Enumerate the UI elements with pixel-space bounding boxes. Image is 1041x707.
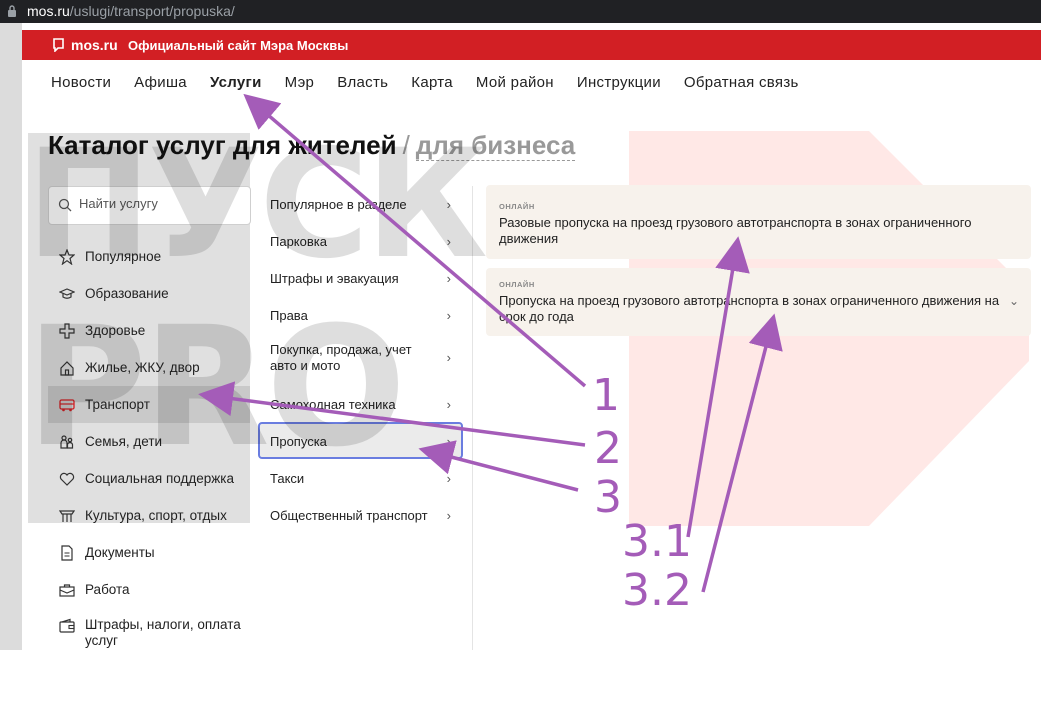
chevron-right-icon: › xyxy=(446,471,451,486)
nav-services[interactable]: Услуги xyxy=(210,74,262,94)
page-bottom xyxy=(0,650,1041,707)
site-header: mos.ru Официальный сайт Мэра Москвы xyxy=(22,30,1041,60)
watermark-text-top: ПУСК xyxy=(26,118,488,292)
service-title: Пропуска на проезд грузового автотранспо… xyxy=(499,293,1000,324)
wallet-icon xyxy=(59,618,75,633)
nav-afisha[interactable]: Афиша xyxy=(134,74,187,94)
service-card-one-time-pass[interactable]: ОНЛАЙН Разовые пропуска на проезд грузов… xyxy=(486,185,1031,259)
category-work[interactable]: Работа xyxy=(48,571,250,608)
theater-icon xyxy=(59,509,75,522)
browser-address-bar[interactable]: mos.ru/uslugi/transport/propuska/ xyxy=(0,0,1041,23)
online-badge: ОНЛАЙН xyxy=(499,202,535,211)
annotation-label-3-2: 3.2 xyxy=(622,565,692,616)
category-label: Документы xyxy=(85,545,155,560)
service-card-annual-pass[interactable]: ОНЛАЙН Пропуска на проезд грузового авто… xyxy=(486,268,1031,336)
sub-label: Общественный транспорт xyxy=(270,508,428,523)
chevron-down-icon[interactable]: ⌄ xyxy=(1009,294,1019,308)
nav-instructions[interactable]: Инструкции xyxy=(577,74,661,94)
nav-news[interactable]: Новости xyxy=(51,74,111,94)
url-host: mos.ru xyxy=(27,3,70,19)
chevron-right-icon: › xyxy=(446,350,451,365)
window-edge xyxy=(0,23,22,650)
sub-public-transport[interactable]: Общественный транспорт › xyxy=(258,496,463,533)
category-label: Работа xyxy=(85,582,130,597)
document-icon xyxy=(61,544,73,561)
chevron-right-icon: › xyxy=(446,434,451,449)
chevron-right-icon: › xyxy=(446,397,451,412)
annotation-label-3: 3 xyxy=(594,472,622,523)
annotation-label-1: 1 xyxy=(592,370,620,421)
nav-mayor[interactable]: Мэр xyxy=(285,74,315,94)
nav-government[interactable]: Власть xyxy=(337,74,388,94)
chevron-right-icon: › xyxy=(446,308,451,323)
nav-feedback[interactable]: Обратная связь xyxy=(684,74,799,94)
nav-my-district[interactable]: Мой район xyxy=(476,74,554,94)
category-culture[interactable]: Культура, спорт, отдых xyxy=(48,497,250,534)
chevron-right-icon: › xyxy=(446,508,451,523)
nav-map[interactable]: Карта xyxy=(411,74,453,94)
main-nav: Новости Афиша Услуги Мэр Власть Карта Мо… xyxy=(51,74,822,94)
briefcase-icon xyxy=(59,583,75,597)
lock-icon xyxy=(8,5,16,17)
category-documents[interactable]: Документы xyxy=(48,534,250,571)
header-tagline: Официальный сайт Мэра Москвы xyxy=(128,38,349,53)
service-title: Разовые пропуска на проезд грузового авт… xyxy=(499,215,972,246)
annotation-label-2: 2 xyxy=(594,423,622,474)
category-label: Штрафы, налоги, оплата услуг xyxy=(85,617,241,648)
url-text[interactable]: mos.ru/uslugi/transport/propuska/ xyxy=(27,3,235,19)
annotation-label-3-1: 3.1 xyxy=(622,516,692,567)
mos-logo-icon[interactable] xyxy=(53,38,64,52)
category-label: Культура, спорт, отдых xyxy=(85,508,227,523)
watermark-text-bottom: PRO xyxy=(26,291,406,483)
screen: { "browser": { "url_host": "mos.ru", "ur… xyxy=(0,0,1041,707)
online-badge: ОНЛАЙН xyxy=(499,280,535,289)
url-path: /uslugi/transport/propuska/ xyxy=(69,3,235,19)
brand-name[interactable]: mos.ru xyxy=(71,37,118,53)
